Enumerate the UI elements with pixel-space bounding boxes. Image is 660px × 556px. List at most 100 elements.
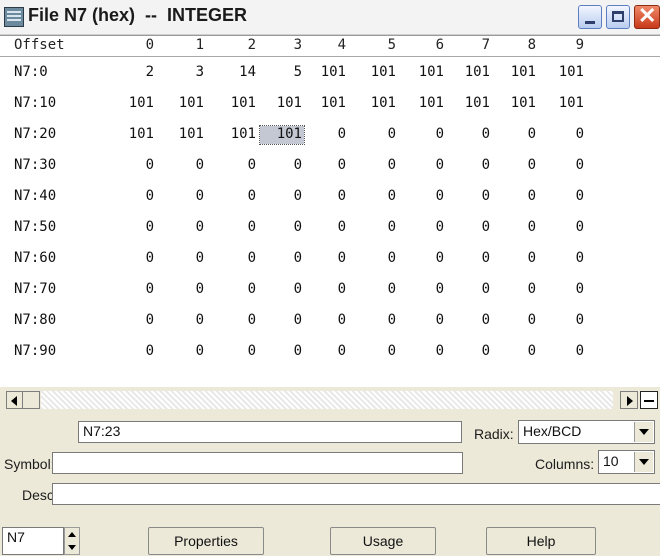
table-cell[interactable]: 101 (542, 64, 586, 82)
table-cell[interactable]: 0 (448, 219, 492, 237)
table-cell[interactable]: 101 (162, 95, 206, 113)
table-cell[interactable]: 101 (402, 64, 446, 82)
table-cell[interactable]: 0 (214, 343, 258, 361)
table-cell[interactable]: 0 (162, 188, 206, 206)
table-cell[interactable]: 101 (494, 95, 538, 113)
minimize-button[interactable] (578, 5, 602, 29)
table-cell[interactable]: 101 (304, 64, 348, 82)
table-cell[interactable]: 0 (354, 188, 398, 206)
table-cell[interactable]: 5 (260, 64, 304, 82)
table-cell[interactable]: 101 (214, 95, 258, 113)
dropdown-arrow-icon[interactable] (634, 422, 653, 442)
description-field[interactable] (52, 483, 660, 505)
table-cell[interactable]: 0 (354, 343, 398, 361)
table-cell[interactable]: 0 (260, 250, 304, 268)
table-cell[interactable]: 0 (304, 312, 348, 330)
table-cell[interactable]: 0 (354, 126, 398, 144)
table-cell[interactable]: 0 (402, 219, 446, 237)
table-cell[interactable]: 0 (112, 219, 156, 237)
spin-up-icon[interactable] (68, 532, 76, 537)
file-number-field[interactable]: N7 (2, 527, 64, 555)
table-cell[interactable]: 101 (354, 95, 398, 113)
horizontal-scrollbar[interactable] (0, 389, 660, 411)
table-cell[interactable]: 0 (402, 188, 446, 206)
table-cell[interactable]: 0 (448, 343, 492, 361)
table-cell[interactable]: 0 (214, 157, 258, 175)
table-cell[interactable]: 0 (494, 343, 538, 361)
table-cell[interactable]: 0 (214, 281, 258, 299)
table-cell[interactable]: 0 (354, 157, 398, 175)
usage-button[interactable]: Usage (330, 527, 436, 555)
scroll-track[interactable] (41, 391, 613, 409)
table-cell[interactable]: 101 (260, 95, 304, 113)
radix-select[interactable]: Hex/BCD (518, 420, 655, 444)
help-button[interactable]: Help (486, 527, 596, 555)
table-cell[interactable]: 0 (162, 157, 206, 175)
table-cell[interactable]: 0 (162, 219, 206, 237)
maximize-button[interactable] (606, 5, 630, 29)
table-cell[interactable]: 0 (354, 312, 398, 330)
table-cell[interactable]: 0 (260, 312, 304, 330)
table-cell[interactable]: 0 (162, 343, 206, 361)
table-cell[interactable]: 0 (304, 219, 348, 237)
table-cell[interactable]: 0 (354, 281, 398, 299)
table-cell[interactable]: 0 (304, 157, 348, 175)
table-cell[interactable]: 0 (112, 281, 156, 299)
table-cell[interactable]: 0 (448, 188, 492, 206)
properties-button[interactable]: Properties (148, 527, 264, 555)
table-cell[interactable]: 0 (448, 250, 492, 268)
table-cell[interactable]: 0 (214, 219, 258, 237)
table-cell[interactable]: 0 (542, 281, 586, 299)
table-cell[interactable]: 0 (214, 188, 258, 206)
table-cell[interactable]: 101 (354, 64, 398, 82)
table-cell[interactable]: 0 (112, 312, 156, 330)
table-cell[interactable]: 0 (494, 157, 538, 175)
table-cell[interactable]: 0 (542, 250, 586, 268)
close-button[interactable]: ✕ (634, 3, 660, 29)
table-cell[interactable]: 0 (448, 126, 492, 144)
table-cell[interactable]: 0 (304, 126, 348, 144)
table-cell[interactable]: 0 (494, 219, 538, 237)
collapse-button[interactable] (640, 391, 658, 409)
table-cell[interactable]: 3 (162, 64, 206, 82)
table-cell[interactable]: 0 (402, 281, 446, 299)
table-cell[interactable]: 101 (402, 95, 446, 113)
table-cell[interactable]: 0 (448, 312, 492, 330)
table-cell[interactable]: 0 (260, 157, 304, 175)
table-cell[interactable]: 0 (112, 343, 156, 361)
table-cell[interactable]: 0 (162, 281, 206, 299)
table-cell[interactable]: 101 (448, 64, 492, 82)
table-cell[interactable]: 0 (260, 281, 304, 299)
table-cell[interactable]: 101 (214, 126, 258, 144)
table-cell[interactable]: 101 (448, 95, 492, 113)
table-cell[interactable]: 0 (304, 188, 348, 206)
table-cell[interactable]: 2 (112, 64, 156, 82)
table-cell[interactable]: 101 (542, 95, 586, 113)
table-cell[interactable]: 0 (542, 188, 586, 206)
table-cell[interactable]: 0 (402, 312, 446, 330)
table-cell[interactable]: 0 (260, 219, 304, 237)
table-cell[interactable]: 0 (402, 126, 446, 144)
table-cell[interactable]: 0 (260, 188, 304, 206)
table-cell[interactable]: 101 (112, 95, 156, 113)
table-cell[interactable]: 0 (304, 281, 348, 299)
table-cell[interactable]: 0 (494, 188, 538, 206)
spin-down-icon[interactable] (68, 545, 76, 550)
table-cell[interactable]: 101 (494, 64, 538, 82)
file-spinner[interactable] (64, 527, 80, 555)
table-cell[interactable]: 0 (112, 188, 156, 206)
table-cell[interactable]: 0 (448, 157, 492, 175)
table-cell[interactable]: 0 (448, 281, 492, 299)
table-cell[interactable]: 0 (542, 219, 586, 237)
columns-select[interactable]: 10 (598, 450, 655, 474)
table-cell[interactable]: 0 (494, 250, 538, 268)
symbol-field[interactable] (52, 452, 463, 474)
table-cell[interactable]: 0 (542, 343, 586, 361)
scroll-right-button[interactable] (620, 391, 638, 409)
table-cell[interactable]: 0 (354, 219, 398, 237)
table-cell[interactable]: 101 (112, 126, 156, 144)
table-cell[interactable]: 0 (260, 343, 304, 361)
table-cell[interactable]: 0 (542, 312, 586, 330)
table-cell[interactable]: 0 (304, 343, 348, 361)
title-bar[interactable]: File N7 (hex) -- INTEGER ✕ (0, 0, 660, 35)
